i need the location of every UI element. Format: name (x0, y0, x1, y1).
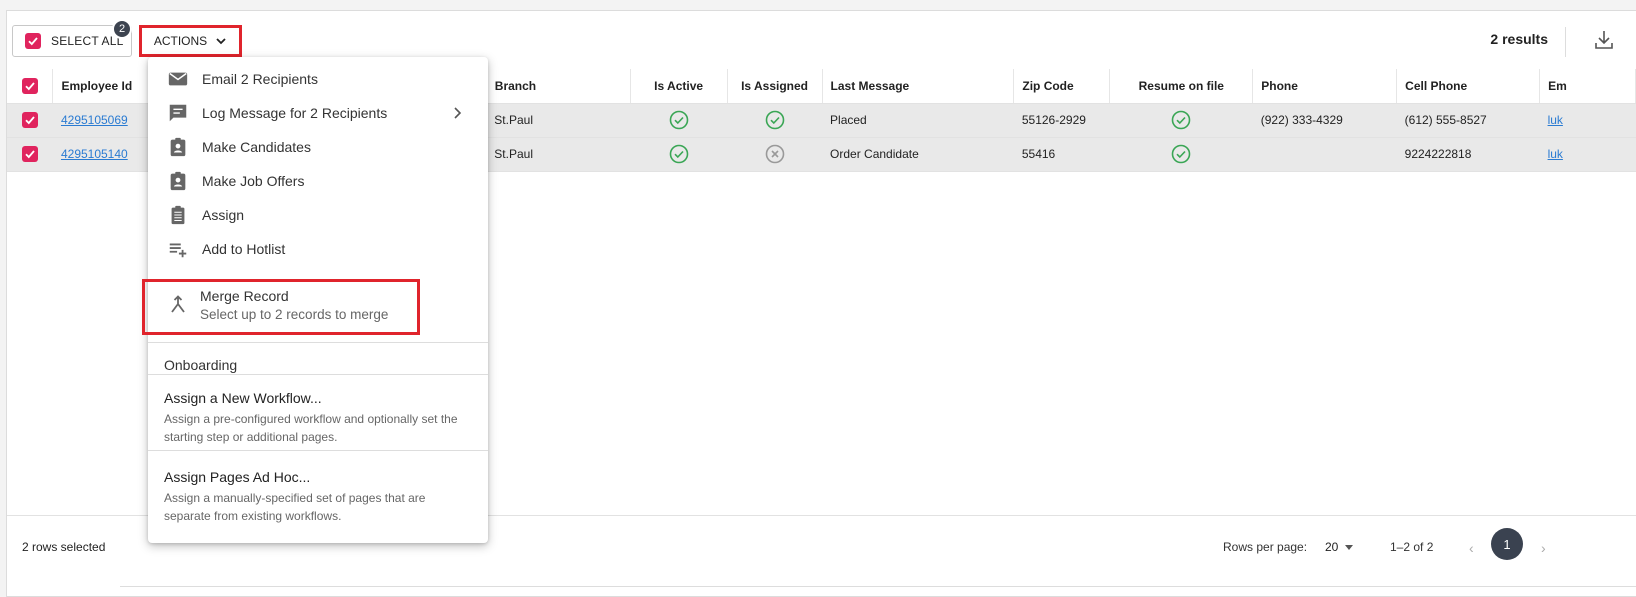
check-circle-icon (669, 144, 688, 164)
menu-item-label: Add to Hotlist (202, 241, 286, 257)
check-circle-icon (669, 110, 688, 130)
check-circle-icon (1171, 144, 1191, 164)
last-message-cell: Placed (822, 103, 1014, 138)
badge-icon (166, 135, 190, 159)
branch-cell: St.Paul (486, 137, 631, 172)
select-all-checkbox[interactable] (25, 33, 41, 49)
menu-item-make-job-offers[interactable]: Make Job Offers (148, 164, 488, 198)
phone-cell: (922) 333-4329 (1252, 103, 1397, 138)
employee-id-link[interactable]: 4295105069 (61, 113, 128, 127)
assign-workflow-description: Assign a pre-configured workflow and opt… (164, 412, 458, 444)
zip-code-cell: 55126-2929 (1013, 103, 1110, 138)
rows-per-page-value: 20 (1325, 540, 1339, 554)
page-1-button[interactable]: 1 (1491, 528, 1523, 560)
row-checkbox[interactable] (21, 112, 38, 128)
download-icon[interactable] (1592, 28, 1616, 52)
message-icon (166, 101, 190, 125)
assign-pages-ad-hoc-title[interactable]: Assign Pages Ad Hoc... (164, 469, 310, 485)
menu-item-log-message[interactable]: Log Message for 2 Recipients (148, 96, 488, 130)
divider (148, 374, 488, 375)
select-all-label: SELECT ALL (51, 34, 124, 48)
actions-button[interactable]: ACTIONS (139, 25, 242, 57)
merge-icon (171, 295, 185, 313)
header-checkbox[interactable] (21, 77, 38, 94)
divider (148, 450, 488, 451)
assign-pages-ad-hoc-description: Assign a manually-specified set of pages… (164, 491, 426, 523)
divider (148, 342, 488, 343)
actions-label: ACTIONS (153, 34, 208, 48)
header-checkbox-cell[interactable] (7, 69, 54, 104)
menu-item-make-candidates[interactable]: Make Candidates (148, 130, 488, 164)
column-header-zip-code[interactable]: Zip Code (1013, 69, 1111, 104)
column-header-phone[interactable]: Phone (1252, 69, 1398, 104)
actions-menu: Email 2 Recipients Log Message for 2 Rec… (142, 57, 488, 543)
clipboard-icon (166, 203, 190, 227)
rows-per-page-label: Rows per page: (1223, 540, 1308, 554)
resume-cell (1109, 103, 1253, 138)
resume-cell (1109, 137, 1253, 172)
chevron-right-icon (454, 107, 462, 119)
rows-selected-text: 2 rows selected (22, 540, 106, 554)
chevron-down-icon (216, 38, 226, 45)
caret-down-icon (1345, 545, 1354, 550)
cell-phone-cell: 9224222818 (1396, 137, 1540, 172)
last-message-cell: Order Candidate (822, 137, 1014, 172)
check-circle-icon (765, 110, 784, 130)
menu-item-label: Make Job Offers (202, 173, 305, 189)
merge-record-subtitle: Select up to 2 records to merge (200, 307, 389, 322)
pagination-range: 1–2 of 2 (1390, 540, 1434, 554)
menu-item-email[interactable]: Email 2 Recipients (148, 62, 488, 96)
is-active-cell (630, 137, 728, 172)
column-header-resume-on-file[interactable]: Resume on file (1109, 69, 1254, 104)
merge-record-title: Merge Record (200, 288, 289, 304)
email-link[interactable]: luk (1548, 147, 1563, 161)
email-icon (166, 67, 190, 91)
menu-item-label: Make Candidates (202, 139, 311, 155)
selected-count-badge: 2 (112, 19, 132, 39)
column-header-branch[interactable]: Branch (486, 69, 631, 104)
divider (120, 586, 1636, 587)
assign-workflow-title[interactable]: Assign a New Workflow... (164, 390, 322, 406)
menu-item-add-to-hotlist[interactable]: Add to Hotlist (148, 232, 488, 266)
badge-icon (166, 169, 190, 193)
menu-item-label: Log Message for 2 Recipients (202, 105, 388, 121)
phone-cell (1252, 137, 1397, 172)
email-link[interactable]: luk (1548, 113, 1563, 127)
playlist-add-icon (166, 237, 190, 261)
is-assigned-cell (727, 137, 823, 172)
previous-page-icon[interactable]: ‹ (1469, 540, 1474, 556)
x-circle-icon (765, 144, 784, 164)
rows-per-page-select[interactable]: 20 (1325, 540, 1354, 554)
next-page-icon[interactable]: › (1541, 540, 1546, 556)
is-assigned-cell (727, 103, 823, 138)
row-checkbox[interactable] (21, 146, 38, 162)
menu-item-assign[interactable]: Assign (148, 198, 488, 232)
toolbar: SELECT ALL 2 ACTIONS 2 results (7, 11, 1636, 63)
menu-item-label: Assign (202, 207, 245, 223)
branch-cell: St.Paul (486, 103, 631, 138)
employee-id-link[interactable]: 4295105140 (61, 147, 128, 161)
check-circle-icon (1171, 110, 1191, 130)
column-header-is-active[interactable]: Is Active (630, 69, 728, 104)
results-count: 2 results (1490, 31, 1548, 47)
menu-item-label: Email 2 Recipients (202, 71, 318, 87)
column-header-cell-phone[interactable]: Cell Phone (1396, 69, 1541, 104)
column-header-email[interactable]: Em (1539, 69, 1636, 104)
onboarding-section-title: Onboarding (164, 357, 238, 373)
zip-code-cell: 55416 (1013, 137, 1110, 172)
column-header-last-message[interactable]: Last Message (822, 69, 1015, 104)
column-header-is-assigned[interactable]: Is Assigned (727, 69, 823, 104)
divider (1565, 27, 1566, 57)
is-active-cell (630, 103, 728, 138)
row-checkbox-cell[interactable] (7, 137, 53, 172)
cell-phone-cell: (612) 555-8527 (1396, 103, 1540, 138)
row-checkbox-cell[interactable] (7, 103, 53, 138)
